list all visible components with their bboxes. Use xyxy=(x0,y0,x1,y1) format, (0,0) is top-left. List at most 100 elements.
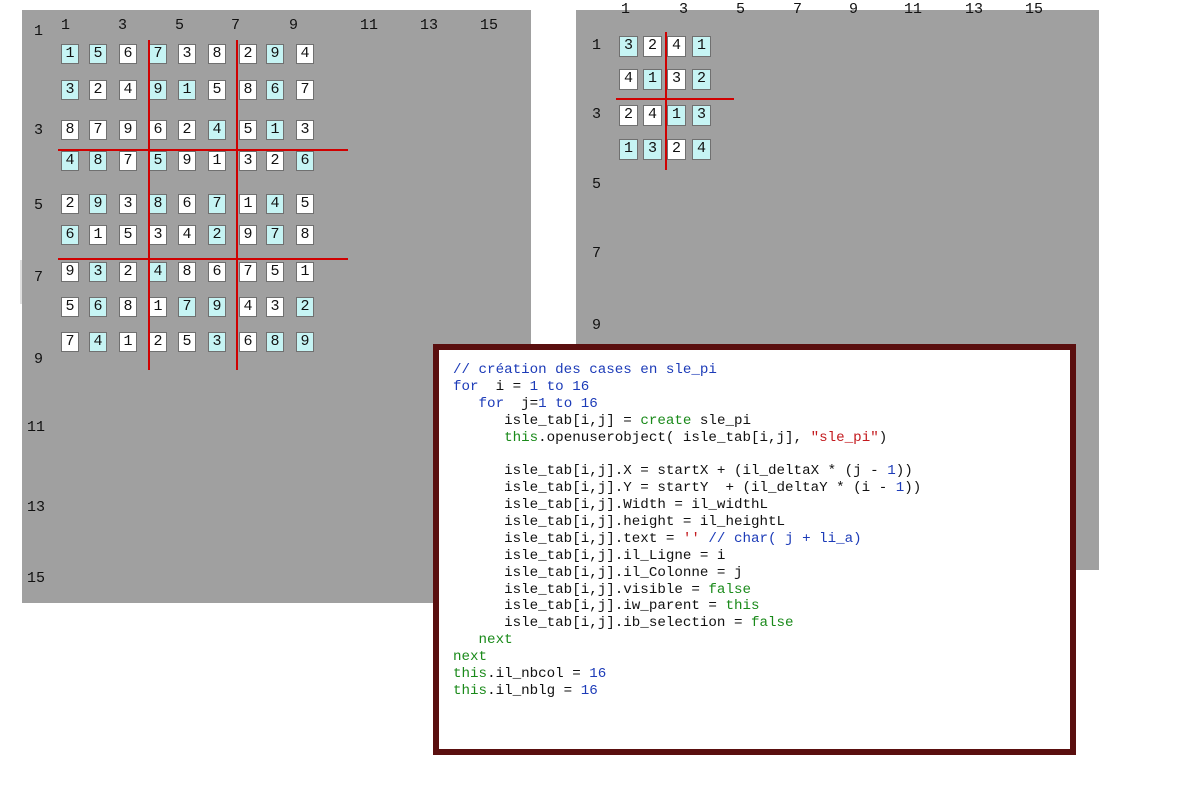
column-label[interactable]: 15 xyxy=(480,17,498,35)
grid-cell[interactable]: 6 xyxy=(239,332,257,352)
grid-cell[interactable]: 3 xyxy=(61,80,79,100)
grid-cell[interactable]: 1 xyxy=(178,80,196,100)
grid-cell[interactable]: 1 xyxy=(667,105,686,126)
grid-cell[interactable]: 5 xyxy=(296,194,314,214)
grid-cell[interactable]: 4 xyxy=(61,151,79,171)
grid-cell[interactable]: 5 xyxy=(61,297,79,317)
grid-cell[interactable]: 1 xyxy=(149,297,167,317)
row-label[interactable]: 13 xyxy=(27,499,45,517)
grid-cell[interactable]: 2 xyxy=(692,69,711,90)
column-label[interactable]: 1 xyxy=(61,17,70,35)
grid-cell[interactable]: 1 xyxy=(643,69,662,90)
row-label[interactable]: 11 xyxy=(27,419,45,437)
column-label[interactable]: 11 xyxy=(360,17,378,35)
column-label[interactable]: 1 xyxy=(621,1,630,19)
row-label[interactable]: 5 xyxy=(34,197,43,215)
grid-cell[interactable]: 7 xyxy=(89,120,107,140)
column-label[interactable]: 5 xyxy=(736,1,745,19)
grid-cell[interactable]: 1 xyxy=(119,332,137,352)
grid-cell[interactable]: 4 xyxy=(266,194,284,214)
grid-cell[interactable]: 6 xyxy=(296,151,314,171)
grid-cell[interactable]: 9 xyxy=(266,44,284,64)
grid-cell[interactable]: 7 xyxy=(266,225,284,245)
grid-cell[interactable]: 9 xyxy=(239,225,257,245)
grid-cell[interactable]: 5 xyxy=(208,80,226,100)
grid-cell[interactable]: 3 xyxy=(208,332,226,352)
grid-cell[interactable]: 8 xyxy=(89,151,107,171)
grid-cell[interactable]: 8 xyxy=(296,225,314,245)
grid-cell[interactable]: 4 xyxy=(619,69,638,90)
grid-cell[interactable]: 9 xyxy=(178,151,196,171)
grid-cell[interactable]: 3 xyxy=(667,69,686,90)
grid-cell[interactable]: 9 xyxy=(61,262,79,282)
grid-cell[interactable]: 1 xyxy=(208,151,226,171)
column-label[interactable]: 3 xyxy=(118,17,127,35)
row-label[interactable]: 9 xyxy=(592,317,601,335)
grid-cell[interactable]: 6 xyxy=(119,44,137,64)
grid-cell[interactable]: 5 xyxy=(119,225,137,245)
column-label[interactable]: 13 xyxy=(965,1,983,19)
grid-cell[interactable]: 3 xyxy=(692,105,711,126)
grid-cell[interactable]: 2 xyxy=(61,194,79,214)
grid-cell[interactable]: 2 xyxy=(239,44,257,64)
grid-cell[interactable]: 6 xyxy=(149,120,167,140)
grid-cell[interactable]: 4 xyxy=(692,139,711,160)
grid-cell[interactable]: 4 xyxy=(667,36,686,57)
grid-cell[interactable]: 7 xyxy=(178,297,196,317)
row-label[interactable]: 5 xyxy=(592,176,601,194)
column-label[interactable]: 9 xyxy=(849,1,858,19)
grid-cell[interactable]: 6 xyxy=(208,262,226,282)
grid-cell[interactable]: 8 xyxy=(239,80,257,100)
grid-cell[interactable]: 5 xyxy=(149,151,167,171)
column-label[interactable]: 7 xyxy=(231,17,240,35)
grid-cell[interactable]: 7 xyxy=(149,44,167,64)
grid-cell[interactable]: 6 xyxy=(61,225,79,245)
grid-cell[interactable]: 8 xyxy=(119,297,137,317)
row-label[interactable]: 9 xyxy=(34,351,43,369)
grid-cell[interactable]: 2 xyxy=(619,105,638,126)
grid-cell[interactable]: 8 xyxy=(266,332,284,352)
column-label[interactable]: 7 xyxy=(793,1,802,19)
grid-cell[interactable]: 3 xyxy=(266,297,284,317)
grid-cell[interactable]: 2 xyxy=(149,332,167,352)
grid-cell[interactable]: 3 xyxy=(149,225,167,245)
row-label[interactable]: 3 xyxy=(592,106,601,124)
grid-cell[interactable]: 3 xyxy=(89,262,107,282)
grid-cell[interactable]: 9 xyxy=(119,120,137,140)
grid-cell[interactable]: 8 xyxy=(61,120,79,140)
grid-cell[interactable]: 4 xyxy=(178,225,196,245)
grid-cell[interactable]: 7 xyxy=(239,262,257,282)
grid-cell[interactable]: 4 xyxy=(149,262,167,282)
grid-cell[interactable]: 8 xyxy=(178,262,196,282)
grid-cell[interactable]: 1 xyxy=(61,44,79,64)
grid-cell[interactable]: 5 xyxy=(178,332,196,352)
grid-cell[interactable]: 6 xyxy=(178,194,196,214)
grid-cell[interactable]: 1 xyxy=(296,262,314,282)
grid-cell[interactable]: 2 xyxy=(89,80,107,100)
grid-cell[interactable]: 1 xyxy=(89,225,107,245)
row-label[interactable]: 1 xyxy=(34,23,43,41)
grid-cell[interactable]: 4 xyxy=(643,105,662,126)
grid-cell[interactable]: 4 xyxy=(296,44,314,64)
grid-cell[interactable]: 2 xyxy=(667,139,686,160)
row-label[interactable]: 7 xyxy=(34,269,43,287)
grid-cell[interactable]: 4 xyxy=(208,120,226,140)
grid-cell[interactable]: 4 xyxy=(239,297,257,317)
column-label[interactable]: 15 xyxy=(1025,1,1043,19)
grid-cell[interactable]: 7 xyxy=(296,80,314,100)
column-label[interactable]: 5 xyxy=(175,17,184,35)
grid-cell[interactable]: 9 xyxy=(89,194,107,214)
grid-cell[interactable]: 4 xyxy=(119,80,137,100)
column-label[interactable]: 3 xyxy=(679,1,688,19)
grid-cell[interactable]: 9 xyxy=(208,297,226,317)
grid-cell[interactable]: 7 xyxy=(208,194,226,214)
grid-cell[interactable]: 8 xyxy=(149,194,167,214)
grid-cell[interactable]: 7 xyxy=(119,151,137,171)
grid-cell[interactable]: 2 xyxy=(178,120,196,140)
grid-cell[interactable]: 2 xyxy=(208,225,226,245)
grid-cell[interactable]: 3 xyxy=(619,36,638,57)
grid-cell[interactable]: 6 xyxy=(89,297,107,317)
grid-cell[interactable]: 9 xyxy=(296,332,314,352)
grid-cell[interactable]: 1 xyxy=(619,139,638,160)
grid-cell[interactable]: 1 xyxy=(692,36,711,57)
